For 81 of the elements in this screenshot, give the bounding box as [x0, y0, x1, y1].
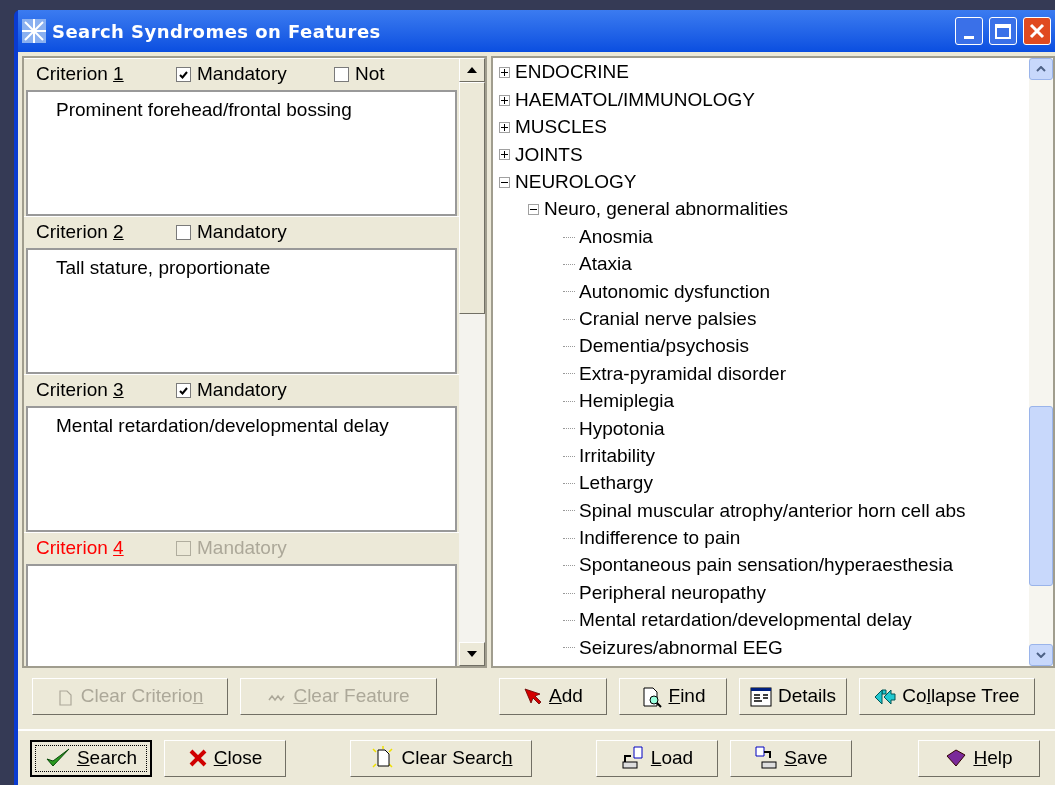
tree-item[interactable]: Seizures/abnormal EEG: [579, 633, 783, 663]
tree-item[interactable]: Mental retardation/developmental delay: [579, 606, 912, 635]
arrow-up-icon: [467, 67, 477, 73]
help-button[interactable]: Help: [918, 739, 1040, 777]
check-icon: [179, 386, 188, 395]
tree-item[interactable]: Peripheral neuropathy: [579, 578, 766, 608]
document-import-icon: [620, 746, 645, 770]
double-arrow-left-icon: [874, 687, 897, 706]
scrollbar[interactable]: [459, 58, 485, 666]
find-button[interactable]: Find: [619, 678, 727, 715]
tree-item[interactable]: Spinal muscular atrophy/anterior horn cell abs: [579, 496, 966, 526]
tree-item[interactable]: ENDOCRINE: [515, 58, 629, 87]
form-window-icon: [749, 686, 772, 707]
feature-box[interactable]: Tall stature, proportionate: [26, 248, 457, 374]
save-button[interactable]: Save: [730, 739, 852, 777]
checkbox[interactable]: [176, 67, 191, 82]
add-button[interactable]: Add: [499, 678, 607, 715]
maximize-button[interactable]: [989, 17, 1017, 45]
expand-toggle[interactable]: [499, 149, 510, 161]
tree-item[interactable]: MUSCLES: [515, 113, 607, 142]
checkbox-label: Mandatory: [197, 536, 287, 561]
tree-item[interactable]: NEUROLOGY: [515, 168, 637, 197]
clear-search-button[interactable]: Clear Search: [350, 739, 532, 777]
tree-item[interactable]: Hemiplegia: [579, 387, 675, 416]
load-button[interactable]: Load: [596, 739, 718, 777]
criterion-label: Criterion 1: [36, 62, 125, 87]
expand-toggle[interactable]: [499, 94, 510, 106]
document-magnifier-icon: [640, 685, 663, 708]
close-icon: [1029, 23, 1045, 39]
tree-item[interactable]: Cranial nerve palsies: [579, 304, 757, 334]
tree-item[interactable]: Anosmia: [579, 222, 653, 252]
feature-box[interactable]: Mental retardation/developmental delay: [26, 406, 457, 532]
plus-icon: [501, 151, 508, 159]
arrow-down-icon: [467, 651, 477, 657]
checkbox-label: Mandatory: [197, 378, 287, 403]
collapse-button[interactable]: Collapse Tree: [859, 678, 1035, 715]
checkbox-label: Mandatory: [197, 62, 287, 87]
close-icon: [187, 748, 208, 768]
window-title: Search Syndromes on Features: [52, 19, 382, 44]
close-button[interactable]: [1023, 17, 1051, 45]
chevron-up-icon: [1036, 66, 1046, 72]
details-button[interactable]: Details: [739, 678, 847, 715]
criterion-label: Criterion 3: [36, 378, 125, 403]
tree-item[interactable]: HAEMATOL/IMMUNOLOGY: [515, 85, 755, 115]
close-button[interactable]: Close: [164, 739, 286, 777]
plus-icon: [501, 96, 508, 104]
tree-item[interactable]: Lethargy: [579, 469, 653, 498]
criterion-label: Criterion 2: [36, 220, 125, 245]
search-button[interactable]: Search: [30, 739, 152, 777]
expand-toggle[interactable]: [499, 121, 510, 133]
collapse-toggle[interactable]: [499, 176, 510, 188]
criterion-label: Criterion 4: [36, 536, 125, 561]
tree-item[interactable]: JOINTS: [515, 140, 583, 170]
checkbox[interactable]: [176, 225, 191, 240]
tree-item[interactable]: Neuro, general abnormalities: [544, 195, 788, 224]
tree-item[interactable]: Autonomic dysfunction: [579, 277, 771, 307]
tree-item[interactable]: Dementia/psychosis: [579, 332, 750, 361]
minimize-button[interactable]: [955, 17, 983, 45]
document-export-icon: [754, 746, 779, 770]
tree-item[interactable]: Extra-pyramidal disorder: [579, 359, 786, 389]
plus-icon: [501, 123, 508, 131]
tree-item[interactable]: Indifference to pain: [579, 524, 741, 553]
tree-item[interactable]: Hypotonia: [579, 414, 665, 444]
scrollbar[interactable]: [1029, 58, 1053, 666]
tree-item[interactable]: Irritability: [579, 441, 655, 471]
feature-box[interactable]: Prominent forehead/frontal bossing: [26, 90, 457, 216]
checkbox-label: Mandatory: [197, 220, 287, 245]
expand-toggle[interactable]: [499, 67, 510, 79]
tree-item[interactable]: Spontaneous pain sensation/hyperaesthesia: [579, 551, 953, 580]
checkbox-label: Not: [355, 62, 385, 87]
app-icon: [22, 19, 46, 43]
checkbox[interactable]: [176, 383, 191, 398]
tree-item[interactable]: Ataxia: [579, 250, 632, 279]
collapse-toggle[interactable]: [528, 204, 539, 216]
checkbox[interactable]: [334, 67, 349, 82]
cursor-arrow-icon: [523, 686, 544, 707]
plus-icon: [501, 69, 508, 77]
feature-box[interactable]: [26, 564, 457, 666]
check-icon: [179, 70, 188, 79]
chevron-down-icon: [1036, 652, 1046, 658]
checkmark-icon: [44, 747, 71, 769]
